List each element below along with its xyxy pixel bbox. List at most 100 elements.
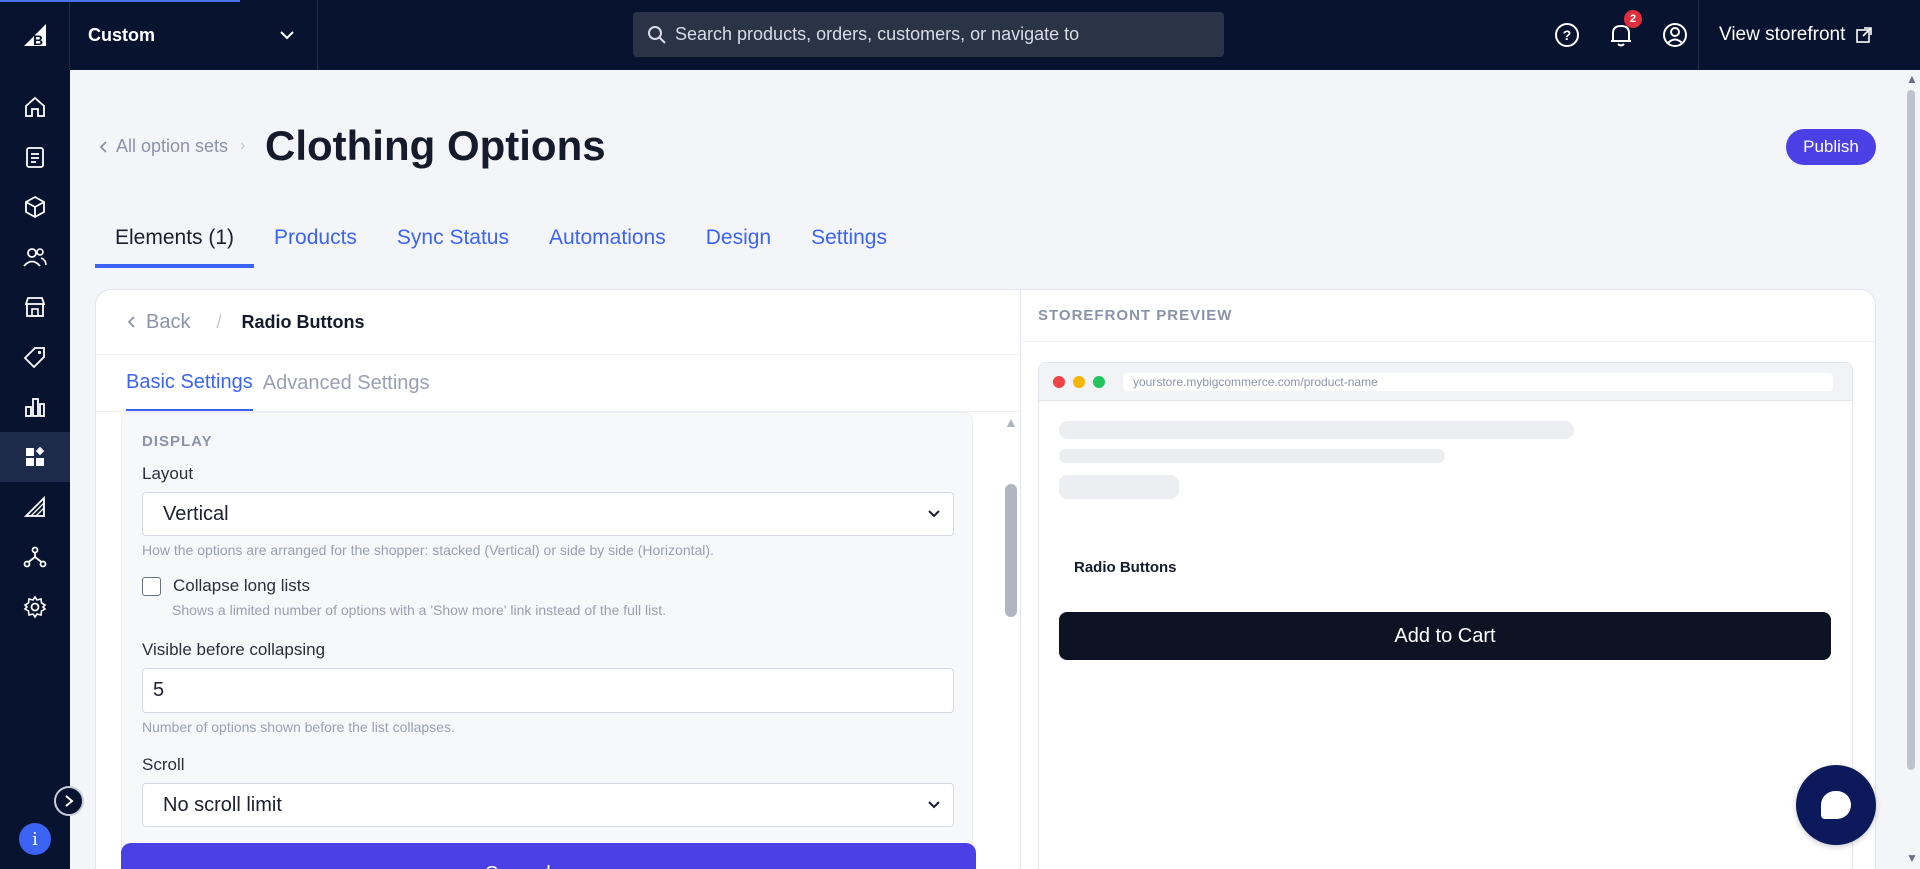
skeleton-line xyxy=(1059,421,1574,439)
marketing-icon xyxy=(23,347,45,369)
settings-scrollbar-thumb[interactable] xyxy=(1005,484,1017,617)
settings-icon xyxy=(23,595,47,619)
storefront-icon xyxy=(24,297,46,317)
channel-manager-icon xyxy=(23,495,45,517)
close-dot xyxy=(1053,375,1065,388)
sidebar-item-analytics[interactable] xyxy=(0,382,70,432)
section-heading: DISPLAY xyxy=(142,433,213,450)
scroll-select[interactable]: No scroll limit xyxy=(142,783,954,827)
display-settings-section: DISPLAY Layout Vertical How the options … xyxy=(121,412,973,869)
browser-mockup: yourstore.mybigcommerce.com/product-name… xyxy=(1038,362,1853,869)
chevron-down-icon xyxy=(928,801,940,809)
account-button[interactable] xyxy=(1660,20,1690,50)
minimize-dot xyxy=(1073,375,1085,388)
sidebar-item-marketing[interactable] xyxy=(0,332,70,382)
view-storefront-label: View storefront xyxy=(1719,24,1846,45)
collapse-long-lists-label: Collapse long lists xyxy=(173,576,311,595)
layout-label: Layout xyxy=(142,464,194,483)
search-placeholder: Search products, orders, customers, or n… xyxy=(675,24,1080,44)
save-changes-button[interactable]: Save changes xyxy=(121,843,976,869)
chevron-left-icon xyxy=(127,316,135,328)
add-to-cart-button[interactable]: Add to Cart xyxy=(1059,612,1831,660)
collapse-help-text: Shows a limited number of options with a… xyxy=(172,602,667,618)
store-name: Custom xyxy=(88,24,155,45)
bigcommerce-logo[interactable]: B xyxy=(0,0,70,70)
help-button[interactable]: ? xyxy=(1552,20,1582,50)
layout-help-text: How the options are arranged for the sho… xyxy=(142,542,714,558)
maximize-dot xyxy=(1093,375,1105,388)
element-editor-card: Back / Radio Buttons Basic Settings Adva… xyxy=(95,289,1876,869)
visible-before-collapsing-label: Visible before collapsing xyxy=(142,640,326,659)
visible-help-text: Number of options shown before the list … xyxy=(142,719,455,735)
collapse-long-lists-checkbox[interactable] xyxy=(142,576,161,596)
back-label: Back xyxy=(146,310,191,333)
store-selector[interactable]: Custom xyxy=(70,0,318,70)
view-storefront-link[interactable]: View storefront xyxy=(1698,0,1920,70)
page-scrollbar[interactable]: ▲ ▼ xyxy=(1904,72,1918,869)
tab-elements[interactable]: Elements (1) xyxy=(95,226,255,268)
expand-sidebar-button[interactable] xyxy=(54,786,84,816)
skeleton-price xyxy=(1059,475,1179,499)
editor-panel: Back / Radio Buttons Basic Settings Adva… xyxy=(96,290,1021,869)
sidebar-item-customers[interactable] xyxy=(0,232,70,282)
tab-products[interactable]: Products xyxy=(254,226,377,268)
external-link-icon xyxy=(1856,27,1873,43)
sidebar-item-orders[interactable] xyxy=(0,132,70,182)
tab-sync-status[interactable]: Sync Status xyxy=(377,226,529,268)
visible-before-collapsing-input[interactable]: 5 xyxy=(142,668,954,713)
tab-automations[interactable]: Automations xyxy=(529,226,686,268)
scroll-down-arrow[interactable]: ▼ xyxy=(1906,851,1918,865)
subtab-advanced-settings[interactable]: Advanced Settings xyxy=(263,355,430,411)
layout-select[interactable]: Vertical xyxy=(142,492,954,536)
preview-element-title: Radio Buttons xyxy=(1074,559,1177,576)
breadcrumb-slash: / xyxy=(216,311,222,332)
svg-text:?: ? xyxy=(1563,27,1572,43)
orders-icon xyxy=(26,147,44,168)
subtab-basic-settings[interactable]: Basic Settings xyxy=(126,355,253,411)
scroll-label: Scroll xyxy=(142,755,185,774)
main-tabs: Elements (1) Products Sync Status Automa… xyxy=(95,226,907,268)
scroll-up-arrow[interactable]: ▲ xyxy=(1004,414,1018,430)
current-element-name: Radio Buttons xyxy=(241,311,365,332)
page-scrollbar-thumb[interactable] xyxy=(1907,90,1915,770)
scroll-selected-value: No scroll limit xyxy=(163,793,282,816)
user-icon xyxy=(1663,23,1687,47)
loading-progress-bar xyxy=(0,0,240,2)
chat-bubble-icon xyxy=(1821,791,1851,819)
layout-selected-value: Vertical xyxy=(163,502,229,525)
chevron-left-icon xyxy=(99,140,107,153)
chevron-right-icon xyxy=(65,795,74,807)
help-icon: ? xyxy=(1555,23,1579,47)
info-icon: i xyxy=(32,828,38,850)
scroll-up-arrow[interactable]: ▲ xyxy=(1906,72,1918,86)
analytics-icon xyxy=(25,398,45,417)
chat-button[interactable] xyxy=(1796,765,1876,845)
sidebar-item-storefront[interactable] xyxy=(0,282,70,332)
browser-toolbar: yourstore.mybigcommerce.com/product-name xyxy=(1039,363,1852,401)
svg-text:B: B xyxy=(33,32,43,48)
sidebar-item-products[interactable] xyxy=(0,182,70,232)
sidebar-item-home[interactable] xyxy=(0,82,70,132)
notifications-button[interactable]: 2 xyxy=(1606,10,1642,50)
breadcrumb-back-link[interactable]: All option sets xyxy=(98,136,228,157)
back-link[interactable]: Back xyxy=(126,311,190,334)
search-input[interactable]: Search products, orders, customers, or n… xyxy=(633,12,1224,57)
page-title: Clothing Options xyxy=(265,122,606,169)
storefront-preview-panel: STOREFRONT PREVIEW yourstore.mybigcommer… xyxy=(1022,290,1875,869)
tab-settings[interactable]: Settings xyxy=(791,226,907,268)
skeleton-line xyxy=(1059,449,1445,463)
chevron-down-icon xyxy=(928,510,940,518)
preview-heading: STOREFRONT PREVIEW xyxy=(1022,290,1875,342)
sidebar-item-channels[interactable] xyxy=(0,532,70,582)
tab-design[interactable]: Design xyxy=(686,226,791,268)
sidebar-item-apps[interactable] xyxy=(0,432,70,482)
settings-subtabs: Basic Settings Advanced Settings xyxy=(126,355,430,411)
sidebar-item-channel-manager[interactable] xyxy=(0,482,70,532)
customers-icon xyxy=(23,248,47,267)
sidebar-item-settings[interactable] xyxy=(0,582,70,632)
editor-breadcrumb: Back / Radio Buttons xyxy=(96,290,1020,355)
publish-button[interactable]: Publish xyxy=(1786,129,1876,165)
logo-icon: B xyxy=(23,24,46,48)
breadcrumb-separator: › xyxy=(240,137,246,154)
info-button[interactable]: i xyxy=(19,823,51,855)
